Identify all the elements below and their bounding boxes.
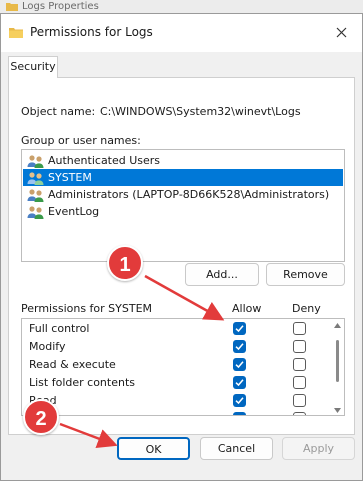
apply-button[interactable]: Apply — [282, 437, 355, 460]
remove-button[interactable]: Remove — [266, 263, 345, 286]
close-button[interactable] — [330, 21, 352, 43]
deny-checkbox[interactable] — [293, 394, 306, 407]
checkmark-icon — [235, 343, 244, 351]
permission-row: Modify — [22, 338, 322, 356]
users-icon — [27, 171, 44, 185]
permissions-list: Full control Modify Read & execute List … — [21, 318, 345, 416]
checkmark-icon — [235, 379, 244, 387]
step-2-badge: 2 — [23, 399, 59, 435]
allow-column-header: Allow — [232, 302, 262, 315]
deny-column-header: Deny — [292, 302, 321, 315]
permission-row-partial — [22, 410, 322, 415]
users-icon — [27, 188, 44, 202]
background-titlebar: Logs Properties — [0, 0, 363, 14]
permission-row: Full control — [22, 320, 322, 338]
permissions-header: Permissions for SYSTEM Allow Deny — [21, 300, 345, 318]
list-item[interactable]: EventLog — [23, 203, 343, 220]
dialog-title: Permissions for Logs — [30, 25, 153, 39]
allow-checkbox[interactable] — [233, 340, 246, 353]
object-name-label: Object name: — [21, 105, 96, 118]
permission-label: Read & execute — [29, 358, 116, 371]
permission-label: List folder contents — [29, 376, 135, 389]
tab-security[interactable]: Security — [8, 56, 58, 78]
object-name-value: C:\WINDOWS\System32\winevt\Logs — [100, 105, 301, 118]
checkmark-icon — [235, 325, 244, 333]
users-icon — [27, 154, 44, 168]
list-item[interactable]: Administrators (LAPTOP-8D66K528\Administ… — [23, 186, 343, 203]
users-icon — [27, 205, 44, 219]
checkmark-icon — [235, 397, 244, 405]
permission-row: List folder contents — [22, 374, 322, 392]
allow-checkbox[interactable] — [233, 322, 246, 335]
user-name: Authenticated Users — [48, 154, 161, 167]
folder-icon — [9, 28, 23, 38]
dialog-titlebar: Permissions for Logs — [1, 14, 362, 52]
user-list[interactable]: Authenticated Users SYSTEM Administrator… — [21, 149, 345, 262]
ok-button[interactable]: OK — [117, 437, 190, 460]
permission-row: Read & execute — [22, 356, 322, 374]
checkmark-icon — [235, 361, 244, 369]
deny-checkbox[interactable] — [293, 412, 306, 415]
deny-checkbox[interactable] — [293, 358, 306, 371]
deny-checkbox[interactable] — [293, 322, 306, 335]
folder-icon — [6, 3, 18, 11]
scrollbar-thumb[interactable] — [336, 340, 339, 382]
scroll-down-icon — [334, 408, 341, 413]
background-title: Logs Properties — [22, 1, 99, 12]
security-panel: Object name: C:\WINDOWS\System32\winevt\… — [8, 77, 355, 435]
deny-checkbox[interactable] — [293, 376, 306, 389]
permission-label: Modify — [29, 340, 66, 353]
permission-row: Read — [22, 392, 322, 410]
allow-checkbox[interactable] — [233, 394, 246, 407]
user-name: EventLog — [48, 205, 100, 218]
user-name: SYSTEM — [48, 171, 92, 184]
close-icon — [336, 27, 346, 37]
add-button[interactable]: Add... — [185, 263, 259, 286]
step-1-badge: 1 — [107, 245, 143, 281]
allow-checkbox[interactable] — [233, 376, 246, 389]
group-names-label: Group or user names: — [21, 134, 141, 147]
deny-checkbox[interactable] — [293, 340, 306, 353]
user-name: Administrators (LAPTOP-8D66K528\Administ… — [48, 188, 330, 201]
allow-checkbox[interactable] — [233, 358, 246, 371]
permissions-scrollbar[interactable] — [331, 320, 343, 415]
list-item-selected[interactable]: SYSTEM — [23, 169, 343, 186]
permission-label: Full control — [29, 322, 90, 335]
scroll-up-icon — [334, 323, 341, 328]
permissions-for-label: Permissions for SYSTEM — [21, 302, 153, 315]
cancel-button[interactable]: Cancel — [200, 437, 273, 460]
allow-checkbox[interactable] — [233, 412, 246, 415]
list-item[interactable]: Authenticated Users — [23, 152, 343, 169]
